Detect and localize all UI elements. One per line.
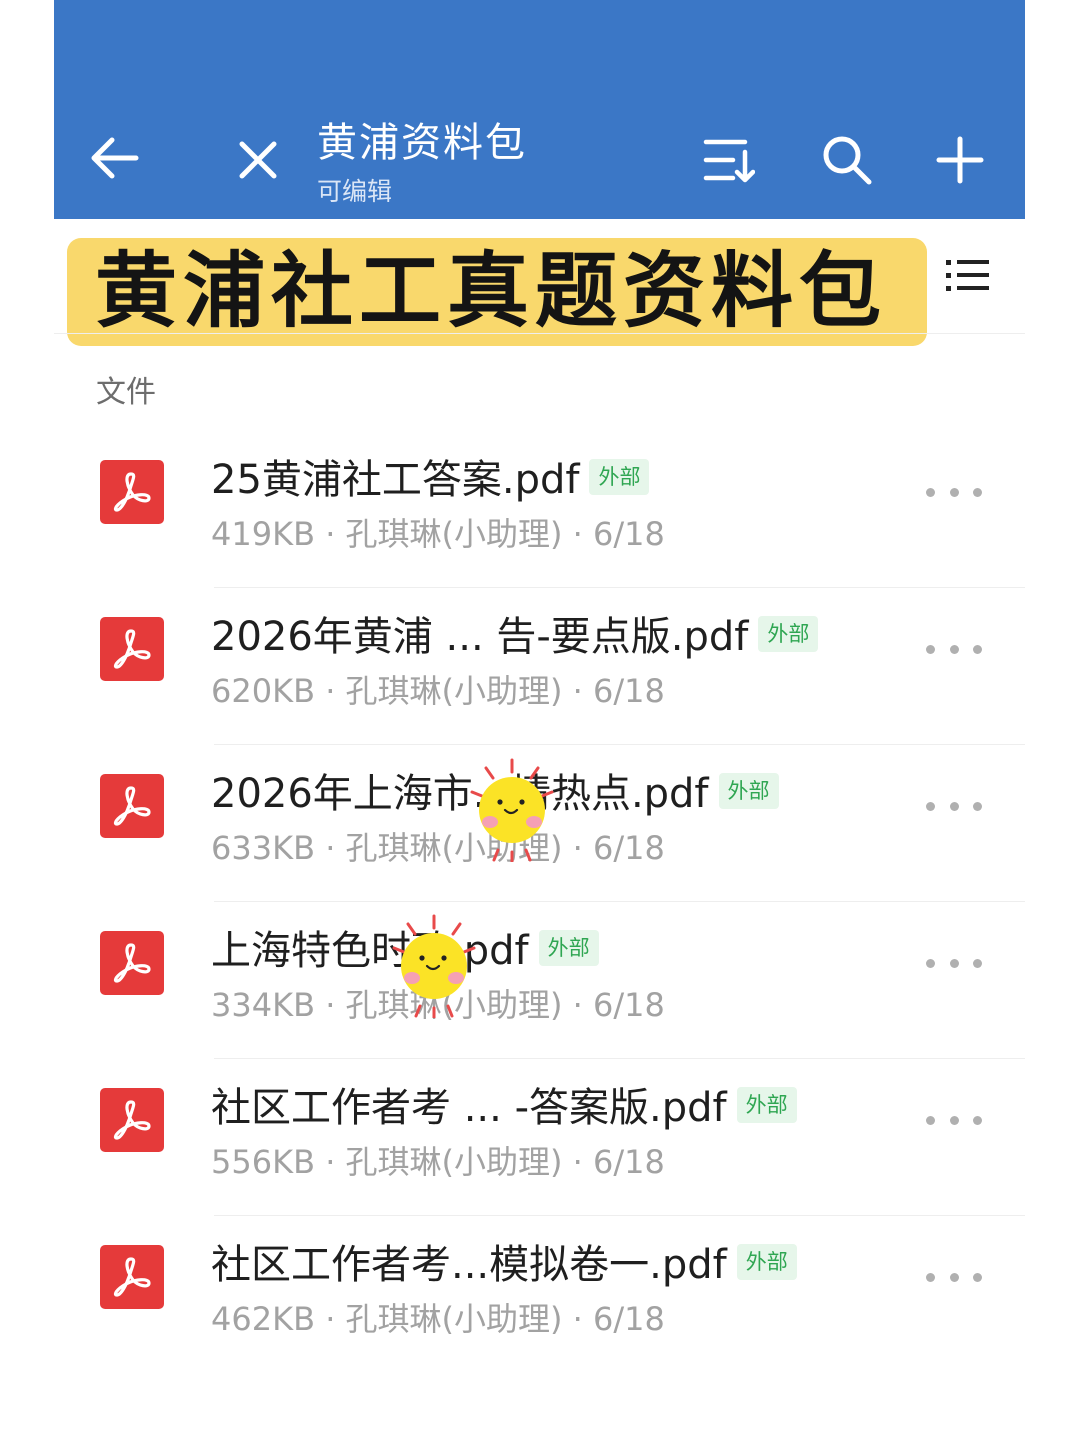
banner-text: 黄浦社工真题资料包 (95, 244, 888, 339)
external-tag: 外部 (589, 459, 650, 495)
edit-permission-label: 可编辑 (317, 177, 393, 206)
plus-icon (936, 136, 984, 184)
back-arrow-icon (91, 137, 139, 179)
row-divider (214, 901, 1025, 902)
external-tag: 外部 (758, 616, 819, 652)
file-name: 25黄浦社工答案.pdf (211, 457, 580, 503)
sort-button[interactable] (700, 132, 758, 188)
back-button[interactable] (84, 130, 144, 186)
top-app-bar: 黄浦资料包 可编辑 (54, 0, 1025, 219)
file-name: 2026年上海市...情热点.pdf (211, 771, 709, 817)
close-icon (239, 141, 277, 179)
file-name: 社区工作者考 ... -答案版.pdf (211, 1085, 727, 1131)
pdf-file-icon (100, 617, 164, 681)
external-tag: 外部 (736, 1087, 797, 1123)
header-divider (54, 333, 1025, 334)
row-divider (214, 744, 1025, 745)
file-meta: 334KB · 孔琪琳(小助理) · 6/18 (211, 986, 665, 1024)
more-options-button[interactable] (926, 941, 982, 985)
file-row[interactable]: 25黄浦社工答案.pdf 外部 419KB · 孔琪琳(小助理) · 6/18 (54, 430, 1025, 587)
row-divider (214, 1058, 1025, 1059)
pdf-file-icon (100, 931, 164, 995)
row-divider (214, 587, 1025, 588)
close-button[interactable] (230, 134, 286, 186)
search-icon (823, 136, 872, 185)
section-label-files: 文件 (96, 375, 156, 410)
file-meta: 462KB · 孔琪琳(小助理) · 6/18 (211, 1300, 665, 1338)
search-button[interactable] (816, 130, 878, 190)
more-options-button[interactable] (926, 1098, 982, 1142)
row-divider (214, 1215, 1025, 1216)
external-tag: 外部 (718, 773, 779, 809)
pdf-file-icon (100, 1245, 164, 1309)
file-name: 上海特色时政.pdf (211, 928, 529, 974)
file-meta: 620KB · 孔琪琳(小助理) · 6/18 (211, 672, 665, 710)
more-options-button[interactable] (926, 784, 982, 828)
file-name: 社区工作者考...模拟卷一.pdf (211, 1242, 727, 1288)
file-name: 2026年黄浦 ... 告-要点版.pdf (211, 614, 749, 660)
sort-icon (703, 139, 755, 183)
file-row[interactable]: 社区工作者考 ... -答案版.pdf 外部 556KB · 孔琪琳(小助理) ·… (54, 1058, 1025, 1215)
list-view-button[interactable] (944, 256, 992, 296)
more-options-button[interactable] (926, 470, 982, 514)
file-meta: 556KB · 孔琪琳(小助理) · 6/18 (211, 1143, 665, 1181)
pdf-file-icon (100, 460, 164, 524)
external-tag: 外部 (736, 1244, 797, 1280)
file-row[interactable]: 2026年上海市...情热点.pdf 外部 633KB · 孔琪琳(小助理) · … (54, 744, 1025, 901)
more-options-button[interactable] (926, 627, 982, 671)
pdf-file-icon (100, 774, 164, 838)
more-options-button[interactable] (926, 1255, 982, 1299)
file-meta: 633KB · 孔琪琳(小助理) · 6/18 (211, 829, 665, 867)
title-banner: 黄浦社工真题资料包 (67, 238, 927, 346)
add-button[interactable] (930, 130, 990, 190)
file-row[interactable]: 社区工作者考...模拟卷一.pdf 外部 462KB · 孔琪琳(小助理) · 6… (54, 1215, 1025, 1372)
external-tag: 外部 (538, 930, 599, 966)
pdf-file-icon (100, 1088, 164, 1152)
file-row[interactable]: 上海特色时政.pdf 外部 334KB · 孔琪琳(小助理) · 6/18 (54, 901, 1025, 1058)
folder-title: 黄浦资料包 (317, 120, 527, 166)
file-meta: 419KB · 孔琪琳(小助理) · 6/18 (211, 515, 665, 553)
list-icon (946, 260, 989, 291)
file-row[interactable]: 2026年黄浦 ... 告-要点版.pdf 外部 620KB · 孔琪琳(小助理)… (54, 587, 1025, 744)
